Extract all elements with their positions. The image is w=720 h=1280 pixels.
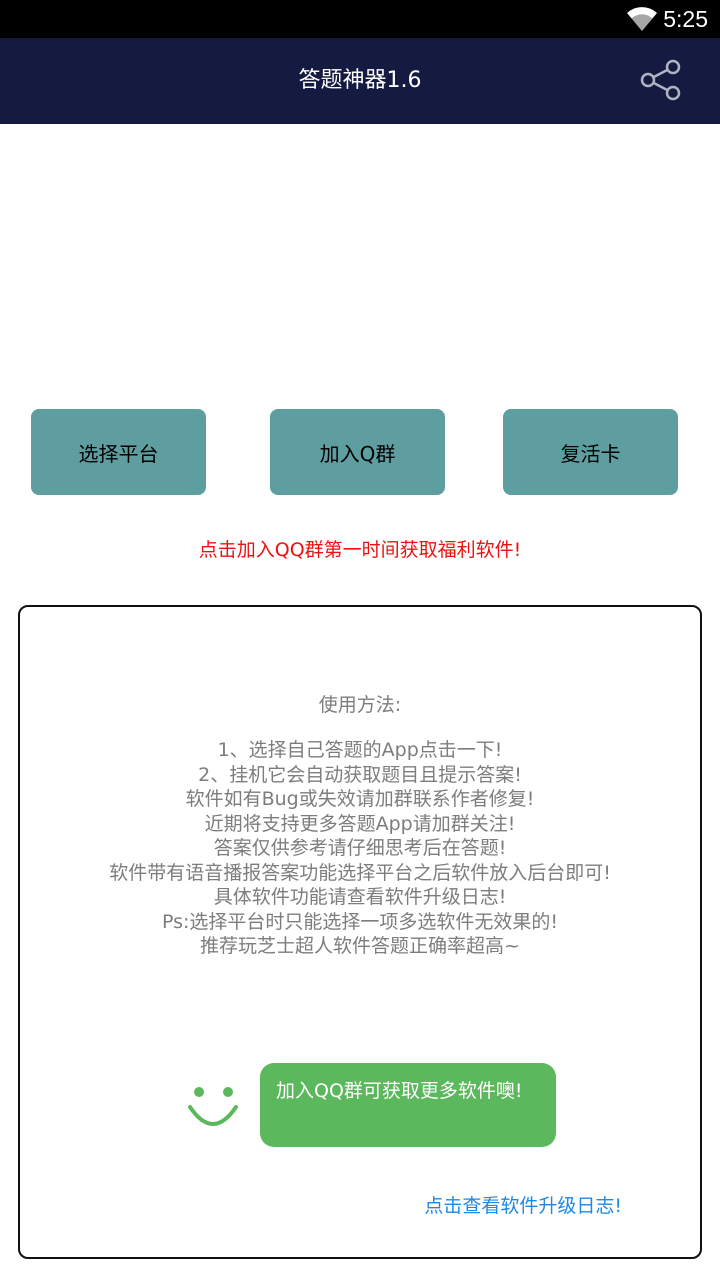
instructions-list: 1、选择自己答题的App点击一下! 2、挂机它会自动获取题目且提示答案! 软件如… [20, 738, 700, 959]
share-icon[interactable] [636, 58, 684, 102]
wifi-icon [627, 7, 657, 31]
instructions-card: 使用方法: 1、选择自己答题的App点击一下! 2、挂机它会自动获取题目且提示答… [18, 605, 702, 1259]
revive-card-button[interactable]: 复活卡 [503, 409, 678, 495]
upgrade-log-link[interactable]: 点击查看软件升级日志! [424, 1193, 622, 1219]
instruction-line: 推荐玩芝士超人软件答题正确率超高~ [200, 935, 520, 957]
instructions-title: 使用方法: [318, 694, 402, 716]
instruction-line: 具体软件功能请查看软件升级日志! [213, 886, 507, 908]
app-title: 答题神器1.6 [298, 68, 422, 93]
join-qq-group-button[interactable]: 加入Q群 [270, 409, 445, 495]
promo-text[interactable]: 点击加入QQ群第一时间获取福利软件! [0, 536, 720, 564]
instruction-line: 软件如有Bug或失效请加群联系作者修复! [185, 788, 535, 810]
app-bar: 答题神器1.6 [0, 38, 720, 124]
status-time: 5:25 [663, 6, 708, 32]
instruction-line: 软件带有语音播报答案功能选择平台之后软件放入后台即可! [109, 861, 611, 884]
smiley-icon [188, 1087, 238, 1126]
chat-bubble: 加入QQ群可获取更多软件噢! [260, 1063, 556, 1147]
instruction-line: 答案仅供参考请仔细思考后在答题! [213, 837, 507, 859]
select-platform-button[interactable]: 选择平台 [31, 409, 206, 495]
status-bar: 5:25 [0, 0, 720, 38]
instruction-line: 1、选择自己答题的App点击一下! [217, 739, 503, 761]
instruction-line: Ps:选择平台时只能选择一项多选软件无效果的! [161, 910, 559, 933]
instruction-line: 近期将支持更多答题App请加群关注! [204, 812, 516, 835]
instruction-line: 2、挂机它会自动获取题目且提示答案! [198, 763, 522, 786]
